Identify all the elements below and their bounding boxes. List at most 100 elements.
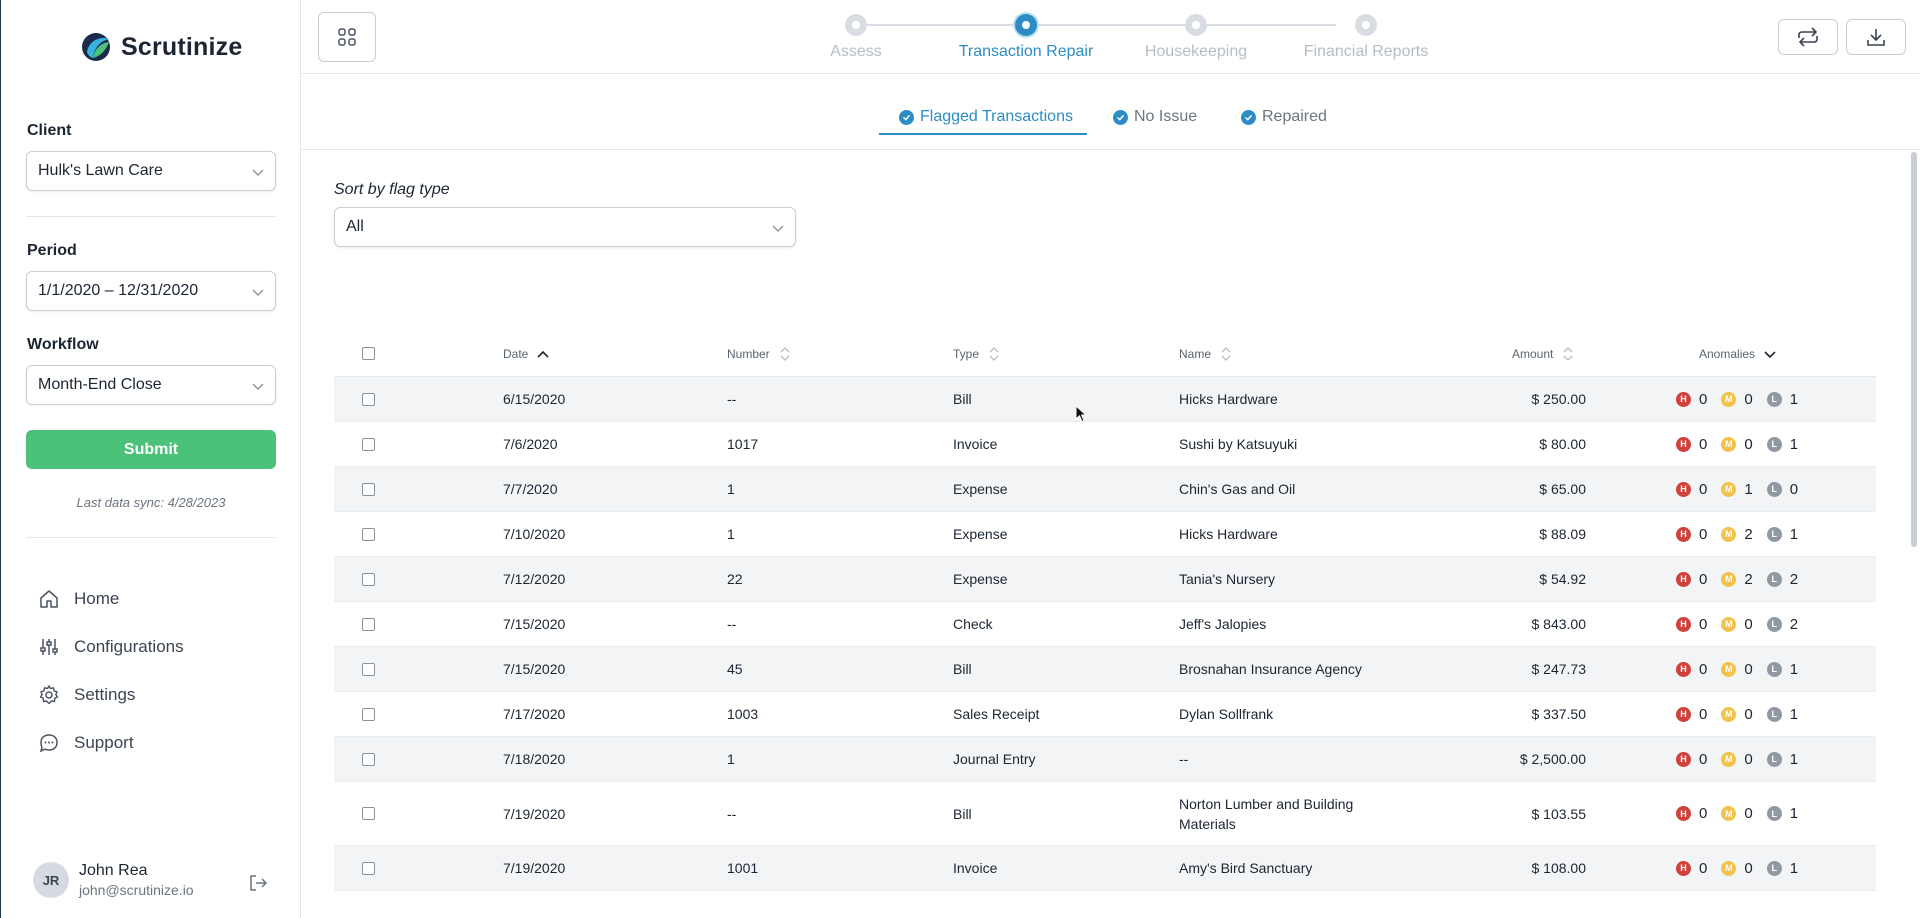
- cell-date: 7/17/2020: [503, 706, 566, 722]
- anomaly-count-m[interactable]: M0: [1721, 616, 1753, 633]
- row-checkbox[interactable]: [362, 617, 375, 631]
- row-checkbox[interactable]: [362, 572, 375, 586]
- step-transaction-repair[interactable]: Transaction Repair: [941, 14, 1111, 61]
- user-profile[interactable]: JR John Rea john@scrutinize.io: [33, 862, 194, 898]
- anomaly-count-l[interactable]: L1: [1766, 860, 1798, 877]
- anomaly-count-h[interactable]: H0: [1676, 571, 1707, 588]
- anomaly-count-m[interactable]: M0: [1721, 706, 1753, 723]
- select-all-checkbox[interactable]: [362, 347, 375, 360]
- anomaly-count-value: 2: [1789, 615, 1799, 633]
- sync-button[interactable]: [1778, 19, 1838, 55]
- row-checkbox[interactable]: [362, 482, 375, 496]
- anomaly-count-l[interactable]: L1: [1766, 436, 1798, 453]
- anomaly-count-l[interactable]: L1: [1766, 805, 1798, 822]
- column-amount[interactable]: Amount: [1512, 330, 1575, 377]
- row-checkbox[interactable]: [362, 527, 375, 541]
- row-checkbox[interactable]: [362, 861, 375, 875]
- anomaly-count-h[interactable]: H0: [1676, 751, 1707, 768]
- sidebar-item-configurations[interactable]: Configurations: [38, 623, 184, 671]
- anomaly-count-m[interactable]: M0: [1721, 391, 1753, 408]
- table-row[interactable]: 7/19/2020 -- Bill Norton Lumber and Buildin…: [334, 782, 1876, 846]
- anomaly-count-h[interactable]: H0: [1676, 805, 1707, 822]
- table-row[interactable]: 7/10/2020 1 Expense Hicks Hardware $ 88.09 H 0…: [334, 512, 1876, 557]
- medium-severity-badge-icon: M: [1721, 751, 1737, 767]
- anomaly-count-h[interactable]: H0: [1676, 706, 1707, 723]
- medium-severity-badge-icon: M: [1721, 860, 1737, 876]
- submit-button[interactable]: Submit: [26, 430, 276, 469]
- table-row[interactable]: 7/19/2020 1001 Invoice Amy's Bird Sanctuary…: [334, 846, 1876, 891]
- anomaly-count-m[interactable]: M1: [1721, 481, 1753, 498]
- check-circle-icon: [1241, 109, 1256, 125]
- column-name[interactable]: Name: [1179, 330, 1233, 377]
- anomaly-count-l[interactable]: L1: [1766, 391, 1798, 408]
- anomaly-count-h[interactable]: H0: [1676, 436, 1707, 453]
- anomaly-count-value: 0: [1699, 705, 1708, 723]
- anomaly-count-value: 0: [1699, 660, 1708, 678]
- anomaly-count-m[interactable]: M2: [1721, 571, 1753, 588]
- table-row[interactable]: 7/7/2020 1 Expense Chin's Gas and Oil $ 65.0…: [334, 467, 1876, 512]
- medium-severity-badge-icon: M: [1721, 571, 1737, 587]
- anomaly-count-m[interactable]: M0: [1721, 805, 1753, 822]
- anomaly-count-m[interactable]: M2: [1721, 526, 1753, 543]
- row-checkbox[interactable]: [362, 707, 375, 721]
- column-type[interactable]: Type: [953, 330, 1001, 377]
- anomaly-count-h[interactable]: H0: [1676, 481, 1707, 498]
- tab-flagged-transactions[interactable]: Flagged Transactions: [899, 102, 1073, 132]
- row-checkbox[interactable]: [362, 752, 375, 766]
- sort-icon: [989, 346, 999, 361]
- scrollbar-thumb[interactable]: [1911, 152, 1917, 547]
- anomaly-count-m[interactable]: M0: [1721, 751, 1753, 768]
- anomaly-count-h[interactable]: H0: [1676, 526, 1707, 543]
- table-row[interactable]: 7/15/2020 45 Bill Brosnahan Insurance Agenc…: [334, 647, 1876, 692]
- tab-repaired[interactable]: Repaired: [1241, 102, 1327, 132]
- client-select[interactable]: Hulk's Lawn Care: [26, 151, 276, 191]
- download-button[interactable]: [1846, 19, 1906, 55]
- sidebar-item-home[interactable]: Home: [38, 575, 184, 623]
- table-row[interactable]: 7/12/2020 22 Expense Tania's Nursery $ 54.92…: [334, 557, 1876, 602]
- anomaly-count-l[interactable]: L2: [1766, 571, 1798, 588]
- row-checkbox[interactable]: [362, 437, 375, 451]
- logout-icon[interactable]: [247, 872, 269, 894]
- column-number[interactable]: Number: [727, 330, 792, 377]
- logo[interactable]: Scrutinize: [79, 30, 242, 64]
- tab-label: Repaired: [1262, 108, 1327, 125]
- flag-type-select[interactable]: All: [334, 207, 796, 247]
- row-checkbox[interactable]: [362, 392, 375, 406]
- step-housekeeping[interactable]: Housekeeping: [1111, 14, 1281, 61]
- anomaly-count-h[interactable]: H0: [1676, 860, 1707, 877]
- cell-number: --: [727, 616, 737, 632]
- anomaly-count-l[interactable]: L2: [1766, 615, 1799, 633]
- sidebar-item-settings[interactable]: Settings: [38, 671, 184, 719]
- table-row[interactable]: 7/18/2020 1 Journal Entry -- $ 2,500.00 H 0 M 0 L…: [334, 737, 1876, 782]
- cell-name: Amy's Bird Sanctuary: [1179, 860, 1313, 876]
- table-row[interactable]: 6/15/2020 -- Bill Hicks Hardware $ 250.00 H 0 M…: [334, 377, 1876, 422]
- column-anomalies[interactable]: Anomalies: [1699, 330, 1777, 377]
- table-header: Date Number Type Name Amount Anomalies: [334, 330, 1876, 377]
- row-checkbox[interactable]: [362, 807, 375, 820]
- anomaly-count-h[interactable]: H0: [1676, 391, 1707, 408]
- period-select[interactable]: 1/1/2020 – 12/31/2020: [26, 271, 276, 311]
- step-assess[interactable]: Assess: [771, 14, 941, 61]
- table-body: 6/15/2020 -- Bill Hicks Hardware $ 250.00 H 0 M…: [334, 377, 1876, 891]
- tab-no-issue[interactable]: No Issue: [1113, 102, 1197, 132]
- table-row[interactable]: 7/6/2020 1017 Invoice Sushi by Katsuyuki $ 8…: [334, 422, 1876, 467]
- anomaly-count-l[interactable]: L1: [1766, 706, 1798, 723]
- anomaly-count-m[interactable]: M0: [1721, 860, 1753, 877]
- table-row[interactable]: 7/17/2020 1003 Sales Receipt Dylan Sollfran…: [334, 692, 1876, 737]
- anomaly-count-m[interactable]: M0: [1721, 661, 1753, 678]
- cell-name: Dylan Sollfrank: [1179, 706, 1274, 722]
- anomaly-count-h[interactable]: H0: [1676, 616, 1707, 633]
- anomaly-count-m[interactable]: M0: [1721, 436, 1753, 453]
- anomaly-count-l[interactable]: L0: [1766, 481, 1798, 498]
- anomaly-count-l[interactable]: L1: [1766, 661, 1798, 678]
- table-row[interactable]: 7/15/2020 -- Check Jeff's Jalopies $ 843.00 H…: [334, 602, 1876, 647]
- column-label: Date: [503, 346, 529, 361]
- sidebar-item-support[interactable]: Support: [38, 719, 184, 767]
- column-date[interactable]: Date: [503, 330, 550, 377]
- row-checkbox[interactable]: [362, 662, 375, 676]
- step-financial-reports[interactable]: Financial Reports: [1281, 14, 1451, 61]
- anomaly-count-h[interactable]: H0: [1676, 661, 1707, 678]
- anomaly-count-l[interactable]: L1: [1766, 526, 1798, 543]
- anomaly-count-l[interactable]: L1: [1766, 751, 1798, 768]
- workflow-select[interactable]: Month-End Close: [26, 365, 276, 405]
